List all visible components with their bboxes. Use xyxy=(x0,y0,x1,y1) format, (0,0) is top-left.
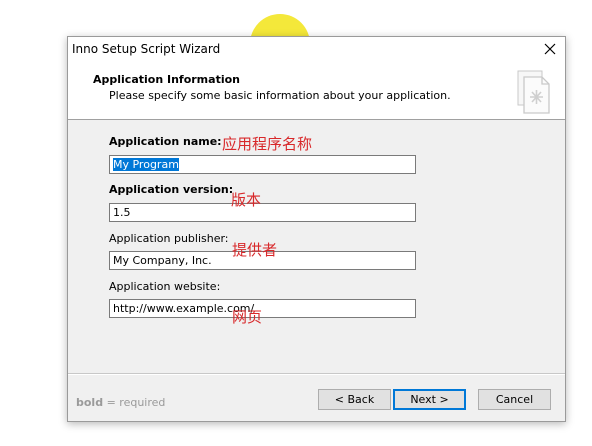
app-name-value: My Program xyxy=(113,158,179,171)
wizard-document-icon xyxy=(517,70,550,114)
annotation-publisher: 提供者 xyxy=(232,241,278,259)
app-website-label: Application website: xyxy=(109,280,221,293)
annotation-website: 网页 xyxy=(232,308,263,326)
close-button[interactable] xyxy=(535,37,565,61)
app-version-value: 1.5 xyxy=(113,206,131,219)
wizard-header: Application Information Please specify s… xyxy=(68,61,565,120)
annotation-version: 版本 xyxy=(231,191,262,209)
legend-bold: bold xyxy=(76,396,104,409)
app-version-input[interactable]: 1.5 xyxy=(109,203,416,222)
app-name-input[interactable]: My Program xyxy=(109,155,416,174)
title-bar: Inno Setup Script Wizard xyxy=(68,37,565,61)
page-subtitle: Please specify some basic information ab… xyxy=(109,89,451,102)
annotation-name: 应用程序名称 xyxy=(222,135,313,153)
footer-divider xyxy=(68,373,565,375)
page-title: Application Information xyxy=(93,73,240,86)
next-button[interactable]: Next > xyxy=(393,389,466,410)
wizard-window: Inno Setup Script Wizard Application Inf… xyxy=(67,36,566,422)
app-version-label: Application version: xyxy=(109,183,234,196)
back-button[interactable]: < Back xyxy=(318,389,391,410)
app-publisher-value: My Company, Inc. xyxy=(113,254,212,267)
app-name-label: Application name: xyxy=(109,135,222,148)
close-icon xyxy=(544,43,556,55)
app-publisher-label: Application publisher: xyxy=(109,232,229,245)
required-legend: bold = required xyxy=(76,396,165,409)
cancel-button[interactable]: Cancel xyxy=(478,389,551,410)
app-website-input[interactable]: http://www.example.com/ xyxy=(109,299,416,318)
window-title: Inno Setup Script Wizard xyxy=(72,42,221,56)
legend-text: = required xyxy=(103,396,166,409)
